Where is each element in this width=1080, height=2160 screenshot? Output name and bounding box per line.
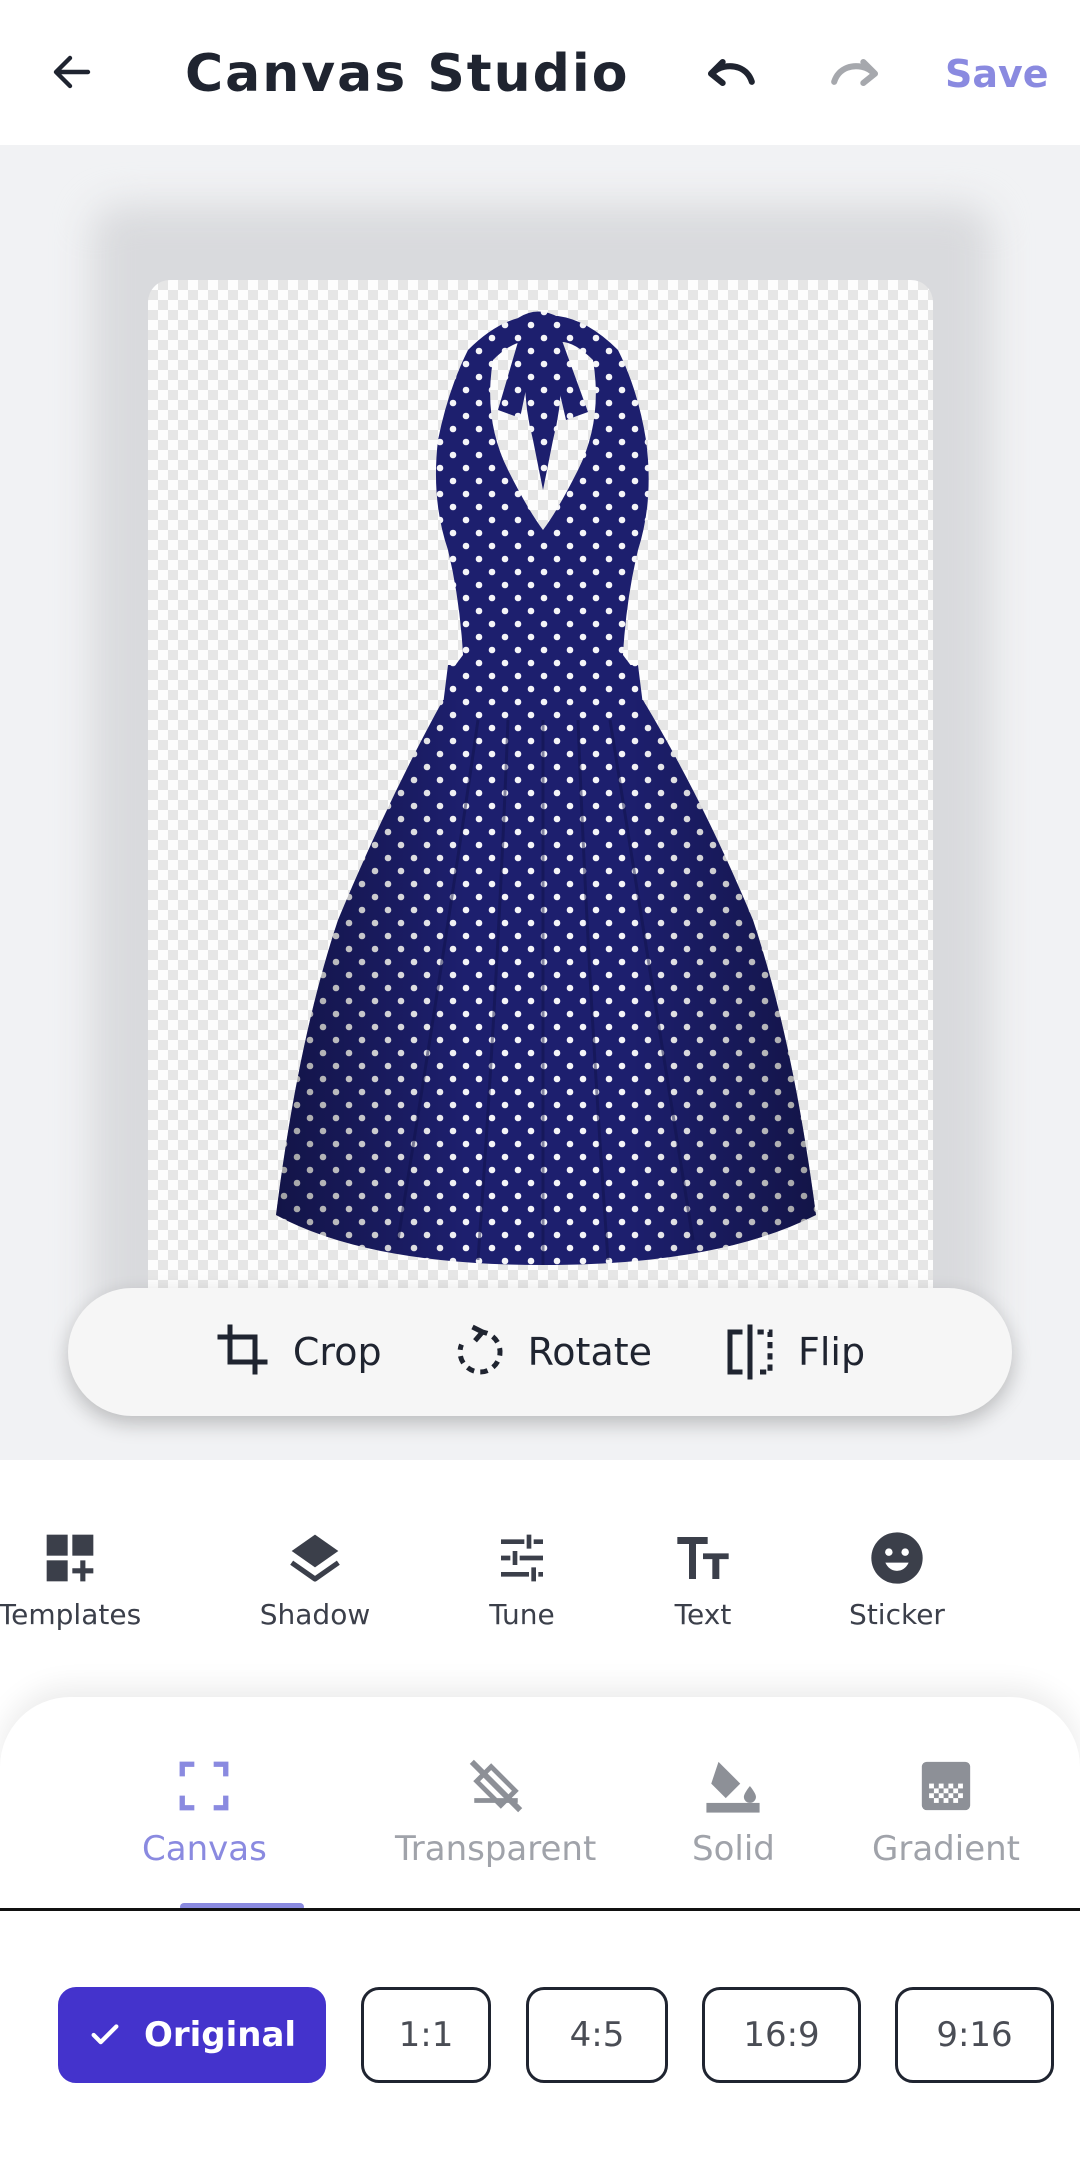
tab-divider [0, 1908, 1080, 1911]
paint-bucket-icon [706, 1761, 761, 1813]
ratio-original-button[interactable]: Original [58, 1987, 326, 2083]
tab-gradient-label: Gradient [872, 1829, 1020, 1869]
canvas-options-sheet: Canvas Transparent Solid Gradient Origin… [0, 1697, 1080, 2160]
templates-label: Templates [0, 1598, 142, 1631]
undo-icon [707, 58, 755, 87]
canvas-frame-icon [179, 1761, 229, 1811]
tab-solid[interactable]: Solid [692, 1757, 775, 1869]
ratio-16-9-button[interactable]: 16:9 [702, 1987, 861, 2083]
rotate-button[interactable]: Rotate [416, 1288, 686, 1416]
ratio-4-5-label: 4:5 [569, 2015, 625, 2055]
back-button[interactable] [40, 40, 104, 104]
sticker-label: Sticker [849, 1598, 945, 1631]
flip-button[interactable]: Flip [686, 1288, 899, 1416]
shadow-label: Shadow [259, 1598, 371, 1631]
undo-button[interactable] [700, 44, 764, 108]
text-icon [677, 1537, 729, 1579]
shadow-button[interactable]: Shadow [215, 1530, 415, 1631]
templates-button[interactable]: Templates [0, 1530, 170, 1631]
redo-button[interactable] [822, 44, 886, 108]
editor-stage: Crop Rotate Flip [0, 145, 1080, 1460]
rotate-icon [457, 1324, 503, 1375]
crop-button[interactable]: Crop [181, 1288, 416, 1416]
ratio-4-5-button[interactable]: 4:5 [526, 1987, 668, 2083]
tab-gradient[interactable]: Gradient [872, 1757, 1020, 1869]
tab-solid-label: Solid [692, 1829, 775, 1869]
tune-button[interactable]: Tune [422, 1530, 622, 1631]
dress-image[interactable] [148, 280, 933, 1335]
flip-label: Flip [798, 1330, 866, 1374]
ratio-1-1-label: 1:1 [398, 2015, 454, 2055]
page-title: Canvas Studio [185, 44, 630, 104]
tab-canvas[interactable]: Canvas [142, 1757, 267, 1869]
transform-toolbar: Crop Rotate Flip [68, 1288, 1012, 1416]
gradient-icon [921, 1761, 971, 1811]
ratio-1-1-button[interactable]: 1:1 [361, 1987, 491, 2083]
smiley-icon [871, 1532, 923, 1584]
redo-icon [831, 58, 879, 87]
transparent-icon [469, 1759, 522, 1813]
tab-canvas-label: Canvas [142, 1829, 267, 1869]
text-label: Text [674, 1598, 732, 1631]
editing-canvas[interactable] [148, 280, 933, 1335]
rotate-label: Rotate [527, 1330, 653, 1374]
layers-icon [290, 1534, 340, 1582]
ratio-9-16-label: 9:16 [936, 2015, 1013, 2055]
sticker-button[interactable]: Sticker [797, 1530, 997, 1631]
crop-label: Crop [292, 1330, 382, 1374]
aspect-ratio-options: Original 1:1 4:5 16:9 9:16 [0, 1987, 1080, 2087]
text-button[interactable]: Text [603, 1530, 803, 1631]
tune-label: Tune [489, 1598, 555, 1631]
feature-toolbar: Templates Shadow Tune Text Sticker [0, 1460, 1080, 1675]
ratio-original-label: Original [143, 2015, 297, 2055]
save-button[interactable]: Save [945, 52, 1049, 96]
app-header: Canvas Studio Save [0, 0, 1080, 145]
ratio-9-16-button[interactable]: 9:16 [895, 1987, 1054, 2083]
arrow-left-icon [53, 55, 91, 89]
tab-transparent-label: Transparent [395, 1829, 597, 1869]
checkmark-icon [91, 2024, 119, 2045]
tab-transparent[interactable]: Transparent [395, 1757, 596, 1869]
flip-icon [727, 1324, 773, 1380]
sliders-icon [501, 1534, 543, 1582]
ratio-16-9-label: 16:9 [743, 2015, 820, 2055]
templates-icon [46, 1534, 94, 1582]
crop-icon [217, 1324, 268, 1375]
